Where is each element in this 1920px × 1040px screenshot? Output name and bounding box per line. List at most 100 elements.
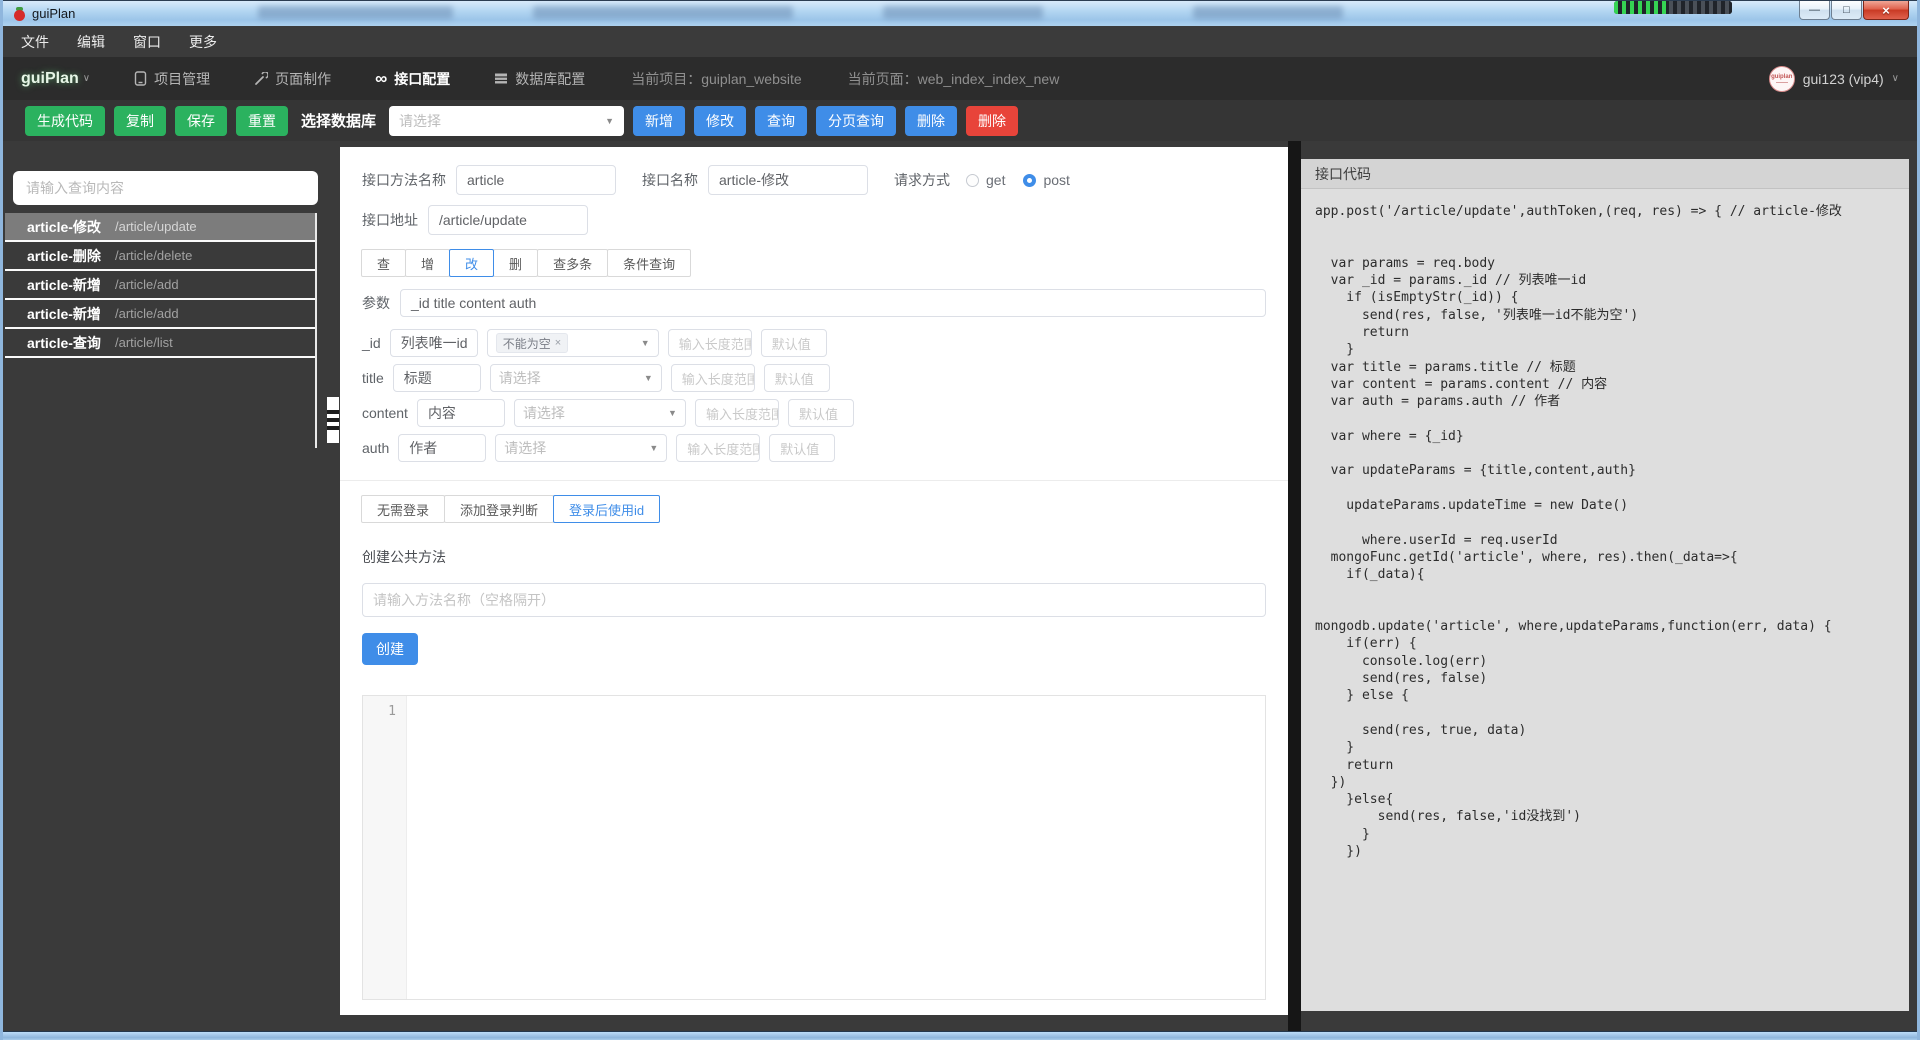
param-rule-select[interactable]: 请选择 ▼ (514, 399, 686, 427)
tab-delete[interactable]: 删 (493, 249, 538, 277)
api-code-panel: 接口代码 app.post('/article/update',authToke… (1301, 159, 1909, 1011)
tag-close-icon[interactable]: × (555, 337, 561, 349)
query-button[interactable]: 查询 (755, 106, 807, 136)
caret-down-icon: ▼ (668, 408, 677, 418)
infinity-icon: ∞ (375, 74, 387, 84)
param-length-input[interactable]: 输入长度范围 (671, 364, 755, 392)
panel-splitter (326, 141, 340, 1031)
chevron-down-icon: ∨ (1892, 73, 1899, 84)
caret-down-icon: ▼ (641, 338, 650, 348)
vertical-scrollbar[interactable] (1288, 141, 1301, 1031)
database-select[interactable]: 请选择 ▼ (389, 106, 624, 136)
radio-post[interactable]: post (1023, 172, 1069, 188)
modify-button[interactable]: 修改 (694, 106, 746, 136)
minimize-button[interactable]: — (1799, 1, 1830, 20)
current-project-label: 当前项目：guiplan_website (631, 69, 801, 89)
param-rule-select[interactable]: 请选择 ▼ (495, 434, 667, 462)
param-default-input[interactable]: 默认值 (788, 399, 854, 427)
title-bar: guiPlan — □ × (3, 0, 1917, 26)
app-window: guiPlan — □ × 文件 编辑 窗口 更多 guiPlan ∨ 项目管理… (0, 0, 1920, 1040)
param-length-input[interactable]: 输入长度范围 (695, 399, 779, 427)
caret-down-icon: ▼ (644, 373, 653, 383)
logo-menu[interactable]: guiPlan ∨ (21, 70, 90, 88)
param-row-auth: auth 作者 请选择 ▼ 输入长度范围 默认值 (362, 434, 1266, 462)
radio-get[interactable]: get (966, 172, 1005, 188)
param-length-input[interactable]: 输入长度范围 (676, 434, 760, 462)
create-button[interactable]: 创建 (362, 633, 418, 665)
param-rule-select[interactable]: 请选择 ▼ (490, 364, 662, 392)
window-bottom-border (3, 1031, 1917, 1040)
avatar: guiplan (1769, 66, 1795, 92)
list-item-article-update[interactable]: article-修改 /article/update (5, 213, 315, 242)
menu-bar: 文件 编辑 窗口 更多 (3, 26, 1917, 57)
method-name-input[interactable]: article (456, 165, 616, 195)
close-button[interactable]: × (1863, 1, 1909, 20)
copy-button[interactable]: 复制 (114, 106, 166, 136)
caret-down-icon: ▼ (605, 116, 614, 126)
list-item-article-add[interactable]: article-新增 /article/add (5, 271, 315, 300)
param-length-input[interactable]: 输入长度范围 (668, 329, 752, 357)
database-icon (494, 72, 508, 85)
public-method-editor[interactable]: 1 (362, 695, 1266, 1000)
api-list-sidebar: 请输入查询内容 article-修改 /article/update artic… (3, 141, 326, 1031)
delete-red-button[interactable]: 删除 (966, 106, 1018, 136)
background-blur (1193, 6, 1343, 19)
menu-file[interactable]: 文件 (21, 32, 49, 52)
param-desc-input[interactable]: 内容 (417, 399, 505, 427)
document-icon (134, 71, 147, 86)
save-button[interactable]: 保存 (175, 106, 227, 136)
param-default-input[interactable]: 默认值 (761, 329, 827, 357)
api-url-label: 接口地址 (362, 210, 418, 230)
page-query-button[interactable]: 分页查询 (816, 106, 896, 136)
nav-item-db-config[interactable]: 数据库配置 (494, 69, 585, 89)
editor-text-area[interactable] (407, 696, 1265, 999)
params-label: 参数 (362, 293, 390, 313)
tab-no-login[interactable]: 无需登录 (361, 495, 445, 523)
search-input[interactable]: 请输入查询内容 (13, 171, 318, 205)
api-name-label: 接口名称 (642, 170, 698, 190)
add-button[interactable]: 新增 (633, 106, 685, 136)
api-name-input[interactable]: article-修改 (708, 165, 868, 195)
toolbar: 生成代码 复制 保存 重置 选择数据库 请选择 ▼ 新增 修改 查询 分页查询 … (3, 100, 1917, 141)
tab-login-check[interactable]: 添加登录判断 (444, 495, 554, 523)
menu-edit[interactable]: 编辑 (77, 32, 105, 52)
tab-login-use-id[interactable]: 登录后使用id (553, 495, 660, 523)
delete-button[interactable]: 删除 (905, 106, 957, 136)
tab-query-condition[interactable]: 条件查询 (607, 249, 691, 277)
tab-create[interactable]: 增 (405, 249, 450, 277)
param-row-id: _id 列表唯一id 不能为空 × ▼ 输入长度范围 默认值 (362, 329, 1266, 357)
select-database-label: 选择数据库 (301, 110, 376, 131)
param-desc-input[interactable]: 作者 (398, 434, 486, 462)
api-code-header: 接口代码 (1301, 159, 1909, 189)
menu-more[interactable]: 更多 (189, 32, 217, 52)
list-item-article-list[interactable]: article-查询 /article/list (5, 329, 315, 358)
api-url-input[interactable]: /article/update (428, 205, 588, 235)
list-item-article-delete[interactable]: article-删除 /article/delete (5, 242, 315, 271)
rule-tag: 不能为空 × (496, 333, 568, 353)
param-default-input[interactable]: 默认值 (764, 364, 830, 392)
list-item-article-add-2[interactable]: article-新增 /article/add (5, 300, 315, 329)
user-menu[interactable]: guiplan gui123 (vip4) ∨ (1769, 66, 1899, 92)
splitter-handle[interactable] (327, 397, 339, 443)
current-page-label: 当前页面：web_index_index_new (848, 69, 1060, 89)
background-meter-widget (1614, 1, 1732, 14)
reset-button[interactable]: 重置 (236, 106, 288, 136)
maximize-button[interactable]: □ (1831, 1, 1862, 20)
method-name-create-input[interactable]: 请输入方法名称（空格隔开） (362, 583, 1266, 617)
nav-item-project-manage[interactable]: 项目管理 (134, 69, 210, 89)
nav-item-page-build[interactable]: 页面制作 (254, 69, 331, 89)
line-number: 1 (363, 696, 407, 999)
menu-window[interactable]: 窗口 (133, 32, 161, 52)
background-blur (258, 6, 453, 19)
param-default-input[interactable]: 默认值 (769, 434, 835, 462)
param-desc-input[interactable]: 列表唯一id (390, 329, 478, 357)
params-input[interactable]: _id title content auth (400, 289, 1266, 317)
param-rule-select[interactable]: 不能为空 × ▼ (487, 329, 659, 357)
tab-update[interactable]: 改 (449, 249, 494, 277)
nav-item-api-config[interactable]: ∞ 接口配置 (375, 69, 450, 89)
generate-code-button[interactable]: 生成代码 (25, 106, 105, 136)
api-form-panel: 接口方法名称 article 接口名称 article-修改 请求方式 get … (340, 147, 1288, 1015)
tab-query-multi[interactable]: 查多条 (537, 249, 608, 277)
param-desc-input[interactable]: 标题 (393, 364, 481, 392)
tab-query[interactable]: 查 (361, 249, 406, 277)
